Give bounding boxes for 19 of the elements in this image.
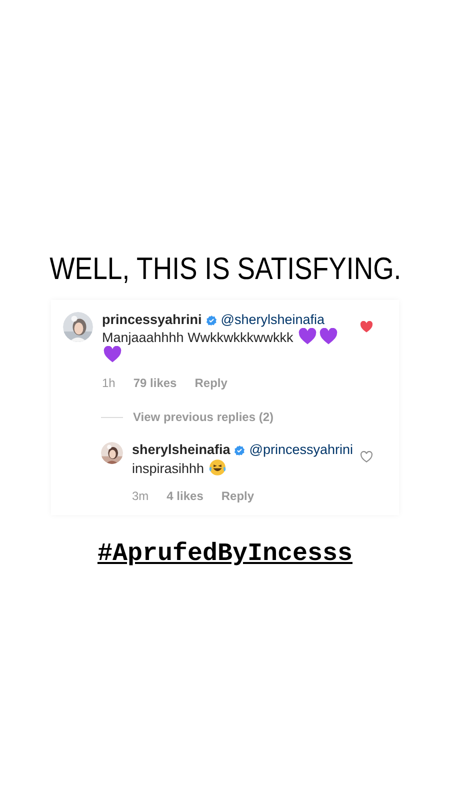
comment-time: 1h <box>102 375 116 392</box>
hashtag: #AprufedByIncesss <box>97 539 353 569</box>
reply-button[interactable]: Reply <box>194 374 228 392</box>
likes-count[interactable]: 79 likes <box>133 374 177 392</box>
mention-link[interactable]: @sherylsheinafia <box>220 312 325 328</box>
verified-badge-icon <box>234 444 246 456</box>
comment-time: 3m <box>132 488 149 505</box>
reply-button[interactable]: Reply <box>221 487 254 505</box>
verified-badge-icon <box>206 314 217 326</box>
headline: WELL, THIS IS SATISFYING. <box>49 250 401 288</box>
comment-text: Manjaaahhhh Wwkkwkkkwwkkk <box>102 330 294 345</box>
heart-icon[interactable] <box>360 321 373 333</box>
username[interactable]: sherylsheinafia <box>132 442 230 458</box>
heart-icon[interactable] <box>360 451 373 463</box>
comment-text: inspirasihhh <box>132 461 204 476</box>
view-replies-link[interactable]: View previous replies (2) <box>133 408 274 426</box>
mention-link[interactable]: @princessyahrini <box>249 442 354 458</box>
likes-count[interactable]: 4 likes <box>166 487 204 505</box>
username[interactable]: princessyahrini <box>102 312 202 328</box>
